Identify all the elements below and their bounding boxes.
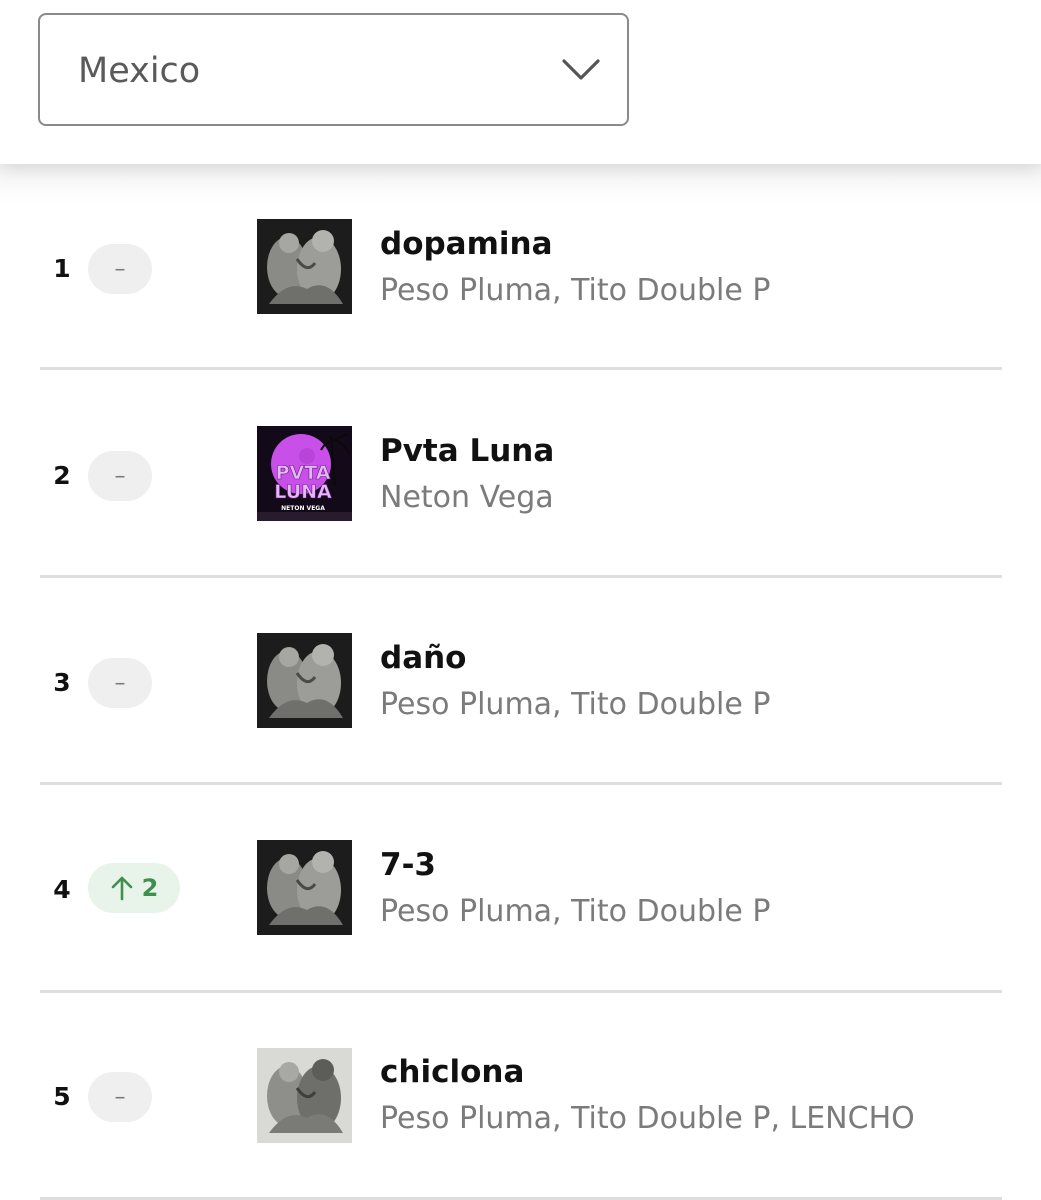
track-title: dopamina xyxy=(380,226,553,262)
chart-list: 1 – dopamina Peso Pluma, Tito Double P 2… xyxy=(0,164,1041,1200)
statue-cover-image xyxy=(257,840,352,935)
chart-row[interactable]: 3 – daño Peso Pluma, Tito Double P xyxy=(0,578,1041,785)
rank-number: 2 xyxy=(53,461,71,490)
country-select-value: Mexico xyxy=(78,51,201,91)
statue-light-cover-image xyxy=(257,1048,352,1143)
no-change-indicator: – xyxy=(114,463,126,489)
track-title: 7-3 xyxy=(380,847,437,883)
no-change-indicator: – xyxy=(114,670,126,696)
chart-row[interactable]: 4 2 7-3 Peso Pluma, Tito Double P xyxy=(0,785,1041,993)
track-artists: Peso Pluma, Tito Double P, LENCHO xyxy=(380,1101,915,1136)
rank-change-value: 2 xyxy=(141,874,159,902)
no-change-indicator: – xyxy=(114,256,126,282)
album-cover[interactable]: PVTA LUNA NETON VEGA xyxy=(257,426,352,521)
statue-cover-image xyxy=(257,219,352,314)
track-title: daño xyxy=(380,640,467,676)
track-title: Pvta Luna xyxy=(380,433,555,469)
track-artists: Peso Pluma, Tito Double P xyxy=(380,687,771,722)
movement-badge: – xyxy=(88,451,152,501)
track-title: chiclona xyxy=(380,1054,525,1090)
chart-row[interactable]: 1 – dopamina Peso Pluma, Tito Double P xyxy=(0,164,1041,371)
no-change-indicator: – xyxy=(114,1084,126,1110)
cover-text-artist: NETON VEGA xyxy=(281,505,325,512)
rank-number: 5 xyxy=(53,1082,71,1111)
movement-badge: 2 xyxy=(88,863,180,913)
album-cover[interactable] xyxy=(257,840,352,935)
country-select[interactable]: Mexico xyxy=(38,13,629,126)
album-cover[interactable] xyxy=(257,1048,352,1143)
movement-badge: – xyxy=(88,658,152,708)
rank-number: 4 xyxy=(53,875,71,904)
album-cover[interactable] xyxy=(257,219,352,314)
cover-text-line2: LUNA xyxy=(274,481,332,503)
row-divider xyxy=(40,367,1002,370)
track-artists: Peso Pluma, Tito Double P xyxy=(380,894,771,929)
header: Mexico xyxy=(0,0,1041,164)
album-cover[interactable] xyxy=(257,633,352,728)
rank-number: 3 xyxy=(53,668,71,697)
chart-row[interactable]: 2 – PVTA LUNA NETON VEGA Pvta Luna Neton… xyxy=(0,371,1041,578)
arrow-up-icon xyxy=(111,876,132,901)
track-artists: Neton Vega xyxy=(380,480,554,515)
movement-badge: – xyxy=(88,244,152,294)
statue-cover-image xyxy=(257,633,352,728)
track-artists: Peso Pluma, Tito Double P xyxy=(380,273,771,308)
rank-number: 1 xyxy=(53,254,71,283)
movement-badge: – xyxy=(88,1072,152,1122)
pvta-luna-cover-image: PVTA LUNA NETON VEGA xyxy=(257,426,352,521)
chevron-down-icon xyxy=(562,59,600,80)
chart-row[interactable]: 5 – chiclona Peso Pluma, Tito Double P, … xyxy=(0,992,1041,1200)
